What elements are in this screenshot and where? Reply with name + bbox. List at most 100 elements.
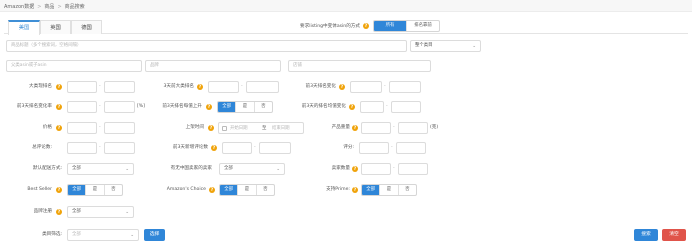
amazon-choice-toggle: 全部 是 否 [219,184,275,196]
day3-big-rank-label: 3天前大类排名 [163,84,195,89]
help-icon[interactable]: ? [352,125,358,131]
cn-seller-select[interactable]: 全部 ⌄ [219,163,285,175]
title-search-input[interactable]: 商品标题（多个搜索词，空格间隔） [6,40,407,52]
help-icon[interactable]: ? [208,125,214,131]
help-icon[interactable]: ? [352,166,358,172]
amazon-choice-label: Amazon's Choice [166,187,206,192]
clear-button[interactable]: 清空 [662,229,686,241]
category-scope-select[interactable]: 整个类目 ⌄ [410,40,481,52]
option-yes[interactable]: 是 [235,102,253,112]
brand-registry-value: 全部 [72,209,81,214]
option-all[interactable]: 全部 [68,185,86,195]
option-all[interactable]: 全部 [218,102,236,112]
tab-us[interactable]: 美国 [8,20,40,35]
cn-seller-label: 有无中国卖家的卖家 [170,166,212,171]
total-reviews-max-input[interactable] [104,142,135,154]
tab-uk[interactable]: 英国 [40,20,71,34]
total-reviews-min-input[interactable] [67,142,97,154]
help-icon[interactable]: ? [363,23,369,29]
category-filter-value: 全部 [72,232,81,237]
day3-rank-change-min-input[interactable] [350,81,382,93]
big-rank-min-input[interactable] [67,81,97,93]
date-range-separator: 至 [262,126,267,131]
seller-input[interactable]: 店铺 [288,60,431,72]
start-date-placeholder: 开始日期 [230,126,248,131]
breadcrumb-item[interactable]: 商品 [44,4,54,10]
launch-date-range-picker[interactable]: 开始日期 至 结束日期 [218,122,304,134]
day3-avg-rank-change-max-input[interactable] [391,101,421,113]
category-filter-label: 类目筛选: [42,232,62,237]
search-button[interactable]: 搜索 [634,229,658,241]
day3-rank-rate-max-input[interactable] [104,101,135,113]
help-icon[interactable]: ? [352,187,358,193]
range-separator: - [384,84,386,89]
range-separator: - [393,166,395,171]
range-separator: - [241,84,243,89]
rating-min-input[interactable] [359,142,389,154]
listing-mode-top-ranked[interactable]: 排名靠前 [406,21,439,31]
option-no[interactable]: 否 [253,102,272,112]
option-no[interactable]: 否 [103,185,122,195]
brand-registry-select[interactable]: 全部 ⌄ [67,206,134,218]
category-scope-value: 整个类目 [415,43,433,48]
range-separator: - [99,84,101,89]
rating-max-input[interactable] [396,142,426,154]
weight-max-input[interactable] [398,122,428,134]
help-icon[interactable]: ? [209,187,215,193]
chevron-down-icon: ⌄ [130,233,134,238]
weight-min-input[interactable] [361,122,391,134]
day3-new-reviews-max-input[interactable] [259,142,291,154]
day3-rank-rise-label: 前3天排名每值上升 [162,104,202,109]
option-no[interactable]: 否 [255,185,274,195]
prime-toggle: 全部 是 否 [361,184,417,196]
top-bar [0,0,692,12]
tab-de[interactable]: 德国 [71,20,102,34]
percent-unit: [%] [137,104,145,109]
launch-date-label: 上架时间 [185,125,204,130]
option-no[interactable]: 否 [397,185,416,195]
day3-avg-rank-change-min-input[interactable] [360,101,384,113]
help-icon[interactable]: ? [349,104,355,110]
chevron-down-icon: ⌄ [472,44,476,49]
delivery-select[interactable]: 全部 ⌄ [67,163,134,175]
option-yes[interactable]: 是 [85,185,103,195]
end-date-placeholder: 结束日期 [272,126,290,131]
day3-rank-rate-min-input[interactable] [67,101,97,113]
option-all[interactable]: 全部 [220,185,238,195]
category-filter-select[interactable]: 全部 ⌄ [67,229,139,241]
brand-registry-label: 品牌注册 [33,209,52,214]
price-max-input[interactable] [104,122,135,134]
help-icon[interactable]: ? [206,104,212,110]
help-icon[interactable]: ? [197,84,203,90]
seller-count-min-input[interactable] [361,163,391,175]
help-icon[interactable]: ? [339,84,345,90]
seller-count-max-input[interactable] [398,163,428,175]
range-separator: - [99,145,101,150]
day3-rank-change-max-input[interactable] [389,81,421,93]
option-yes[interactable]: 是 [237,185,255,195]
breadcrumb-separator: > [57,4,62,10]
help-icon[interactable]: ? [56,104,62,110]
day3-big-rank-max-input[interactable] [246,81,279,93]
choose-category-button[interactable]: 选择 [144,229,165,241]
help-icon[interactable]: ? [211,145,217,151]
option-all[interactable]: 全部 [362,185,380,195]
day3-new-reviews-min-input[interactable] [222,142,252,154]
breadcrumb-item-current: 商品搜索 [64,4,85,10]
big-rank-max-input[interactable] [104,81,135,93]
asin-input[interactable]: 父类asin或子asin [6,60,142,72]
day3-rank-change-label: 前3天排名变化 [305,84,337,89]
day3-rank-rate-label: 前3天排名变化率 [16,104,52,109]
listing-mode-all[interactable]: 所有 [374,21,406,31]
chevron-down-icon: ⌄ [125,210,129,215]
price-min-input[interactable] [67,122,97,134]
day3-big-rank-min-input[interactable] [208,81,239,93]
big-rank-label: 大类现排名 [29,84,52,89]
help-icon[interactable]: ? [56,84,62,90]
help-icon[interactable]: ? [56,125,62,131]
help-icon[interactable]: ? [56,209,62,215]
option-yes[interactable]: 是 [379,185,397,195]
breadcrumb-item[interactable]: Amazon数据 [4,4,34,10]
help-icon[interactable]: ? [56,187,62,193]
brand-input[interactable]: 品牌 [145,60,281,72]
